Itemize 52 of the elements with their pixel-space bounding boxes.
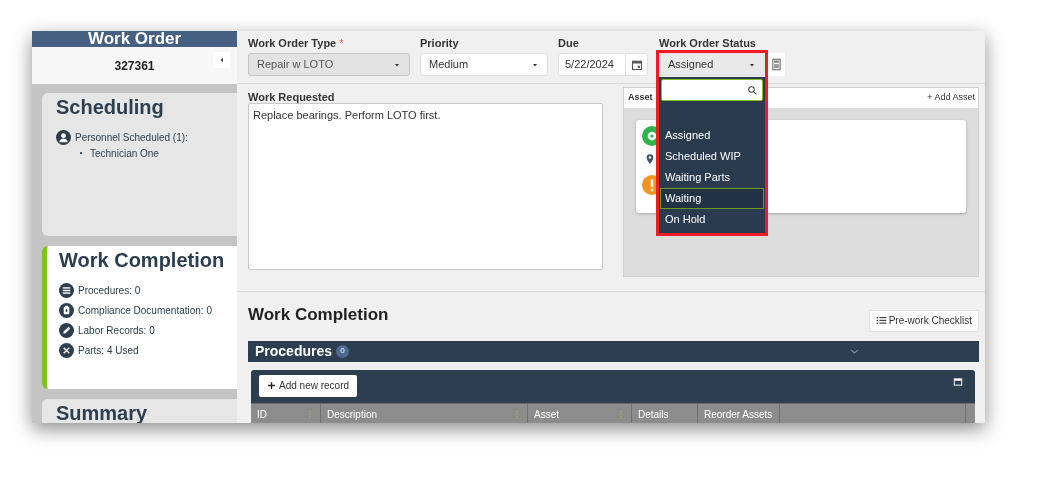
sidebar-card[interactable]: Work Completion Procedures: 0 Compliance Documentation: 0 Labor Records: 0 Parts: 4 Used (42, 246, 237, 389)
section-header[interactable]: Procedures 0 (248, 340, 979, 362)
person-icon (56, 129, 71, 145)
resize-grip-icon[interactable] (306, 408, 314, 420)
summary-line: Compliance Documentation: 0 (78, 303, 212, 318)
field-label: Work Order Type * (248, 37, 345, 49)
calendar-icon[interactable] (630, 58, 643, 71)
field-label: Due (558, 37, 580, 49)
plus-icon (267, 381, 276, 390)
personnel-name: Technician One (90, 146, 159, 161)
dropdown-option[interactable]: Scheduled WIP (660, 146, 764, 167)
search-icon (747, 84, 758, 96)
location-pin-icon (644, 153, 656, 165)
date-field[interactable]: 5/22/2024 (558, 53, 648, 76)
add-record-button[interactable]: Add new record (259, 374, 358, 397)
sidebar-title: Work Order (87, 31, 182, 47)
work-order-number: 327361 (114, 57, 155, 75)
add-asset-link[interactable]: + Add Asset (927, 91, 975, 105)
dropdown-option[interactable]: On Hold (660, 209, 764, 230)
tools-icon (59, 342, 74, 358)
calculator-icon (769, 58, 783, 71)
checklist-button[interactable]: Pre-work Checklist (868, 309, 979, 332)
search-field[interactable] (661, 79, 763, 101)
resize-grip-icon[interactable] (617, 408, 625, 420)
summary-line: Personnel Scheduled (1): (75, 130, 188, 145)
dropdown-option[interactable]: Waiting Parts (660, 167, 764, 188)
select-field[interactable]: Medium (420, 53, 548, 76)
field-label: Priority (420, 37, 460, 49)
summary-line: Procedures: 0 (78, 283, 141, 298)
text-area[interactable]: Replace bearings. Perform LOTO first. (248, 103, 603, 270)
bullet-icon (78, 150, 84, 156)
field-label: Work Requested (248, 90, 336, 103)
dropdown-option[interactable]: Waiting (660, 188, 764, 209)
clipboard-icon (59, 302, 74, 318)
panel-title: Asset (628, 91, 653, 105)
collapse-button[interactable] (213, 52, 230, 68)
list-icon (875, 315, 887, 326)
select-field[interactable]: Assigned (659, 53, 765, 76)
summary-line: Labor Records: 0 (78, 323, 155, 338)
section-title: Work Completion (248, 304, 389, 326)
list-icon (59, 282, 74, 298)
maximize-icon[interactable] (953, 376, 963, 387)
card-title: Scheduling (56, 95, 165, 119)
section-header-title: Procedures (255, 341, 333, 361)
card-title: Work Completion (59, 248, 225, 272)
sidebar-card[interactable]: Scheduling Personnel Scheduled (1): Technician One (42, 93, 237, 236)
dropdown-option[interactable]: Assigned (660, 125, 764, 146)
resize-grip-icon[interactable] (513, 408, 521, 420)
field-label: Work Order Status (659, 37, 757, 49)
summary-line: Parts: 4 Used (78, 343, 139, 358)
count-badge: 0 (336, 344, 350, 358)
pencil-icon (59, 322, 74, 338)
